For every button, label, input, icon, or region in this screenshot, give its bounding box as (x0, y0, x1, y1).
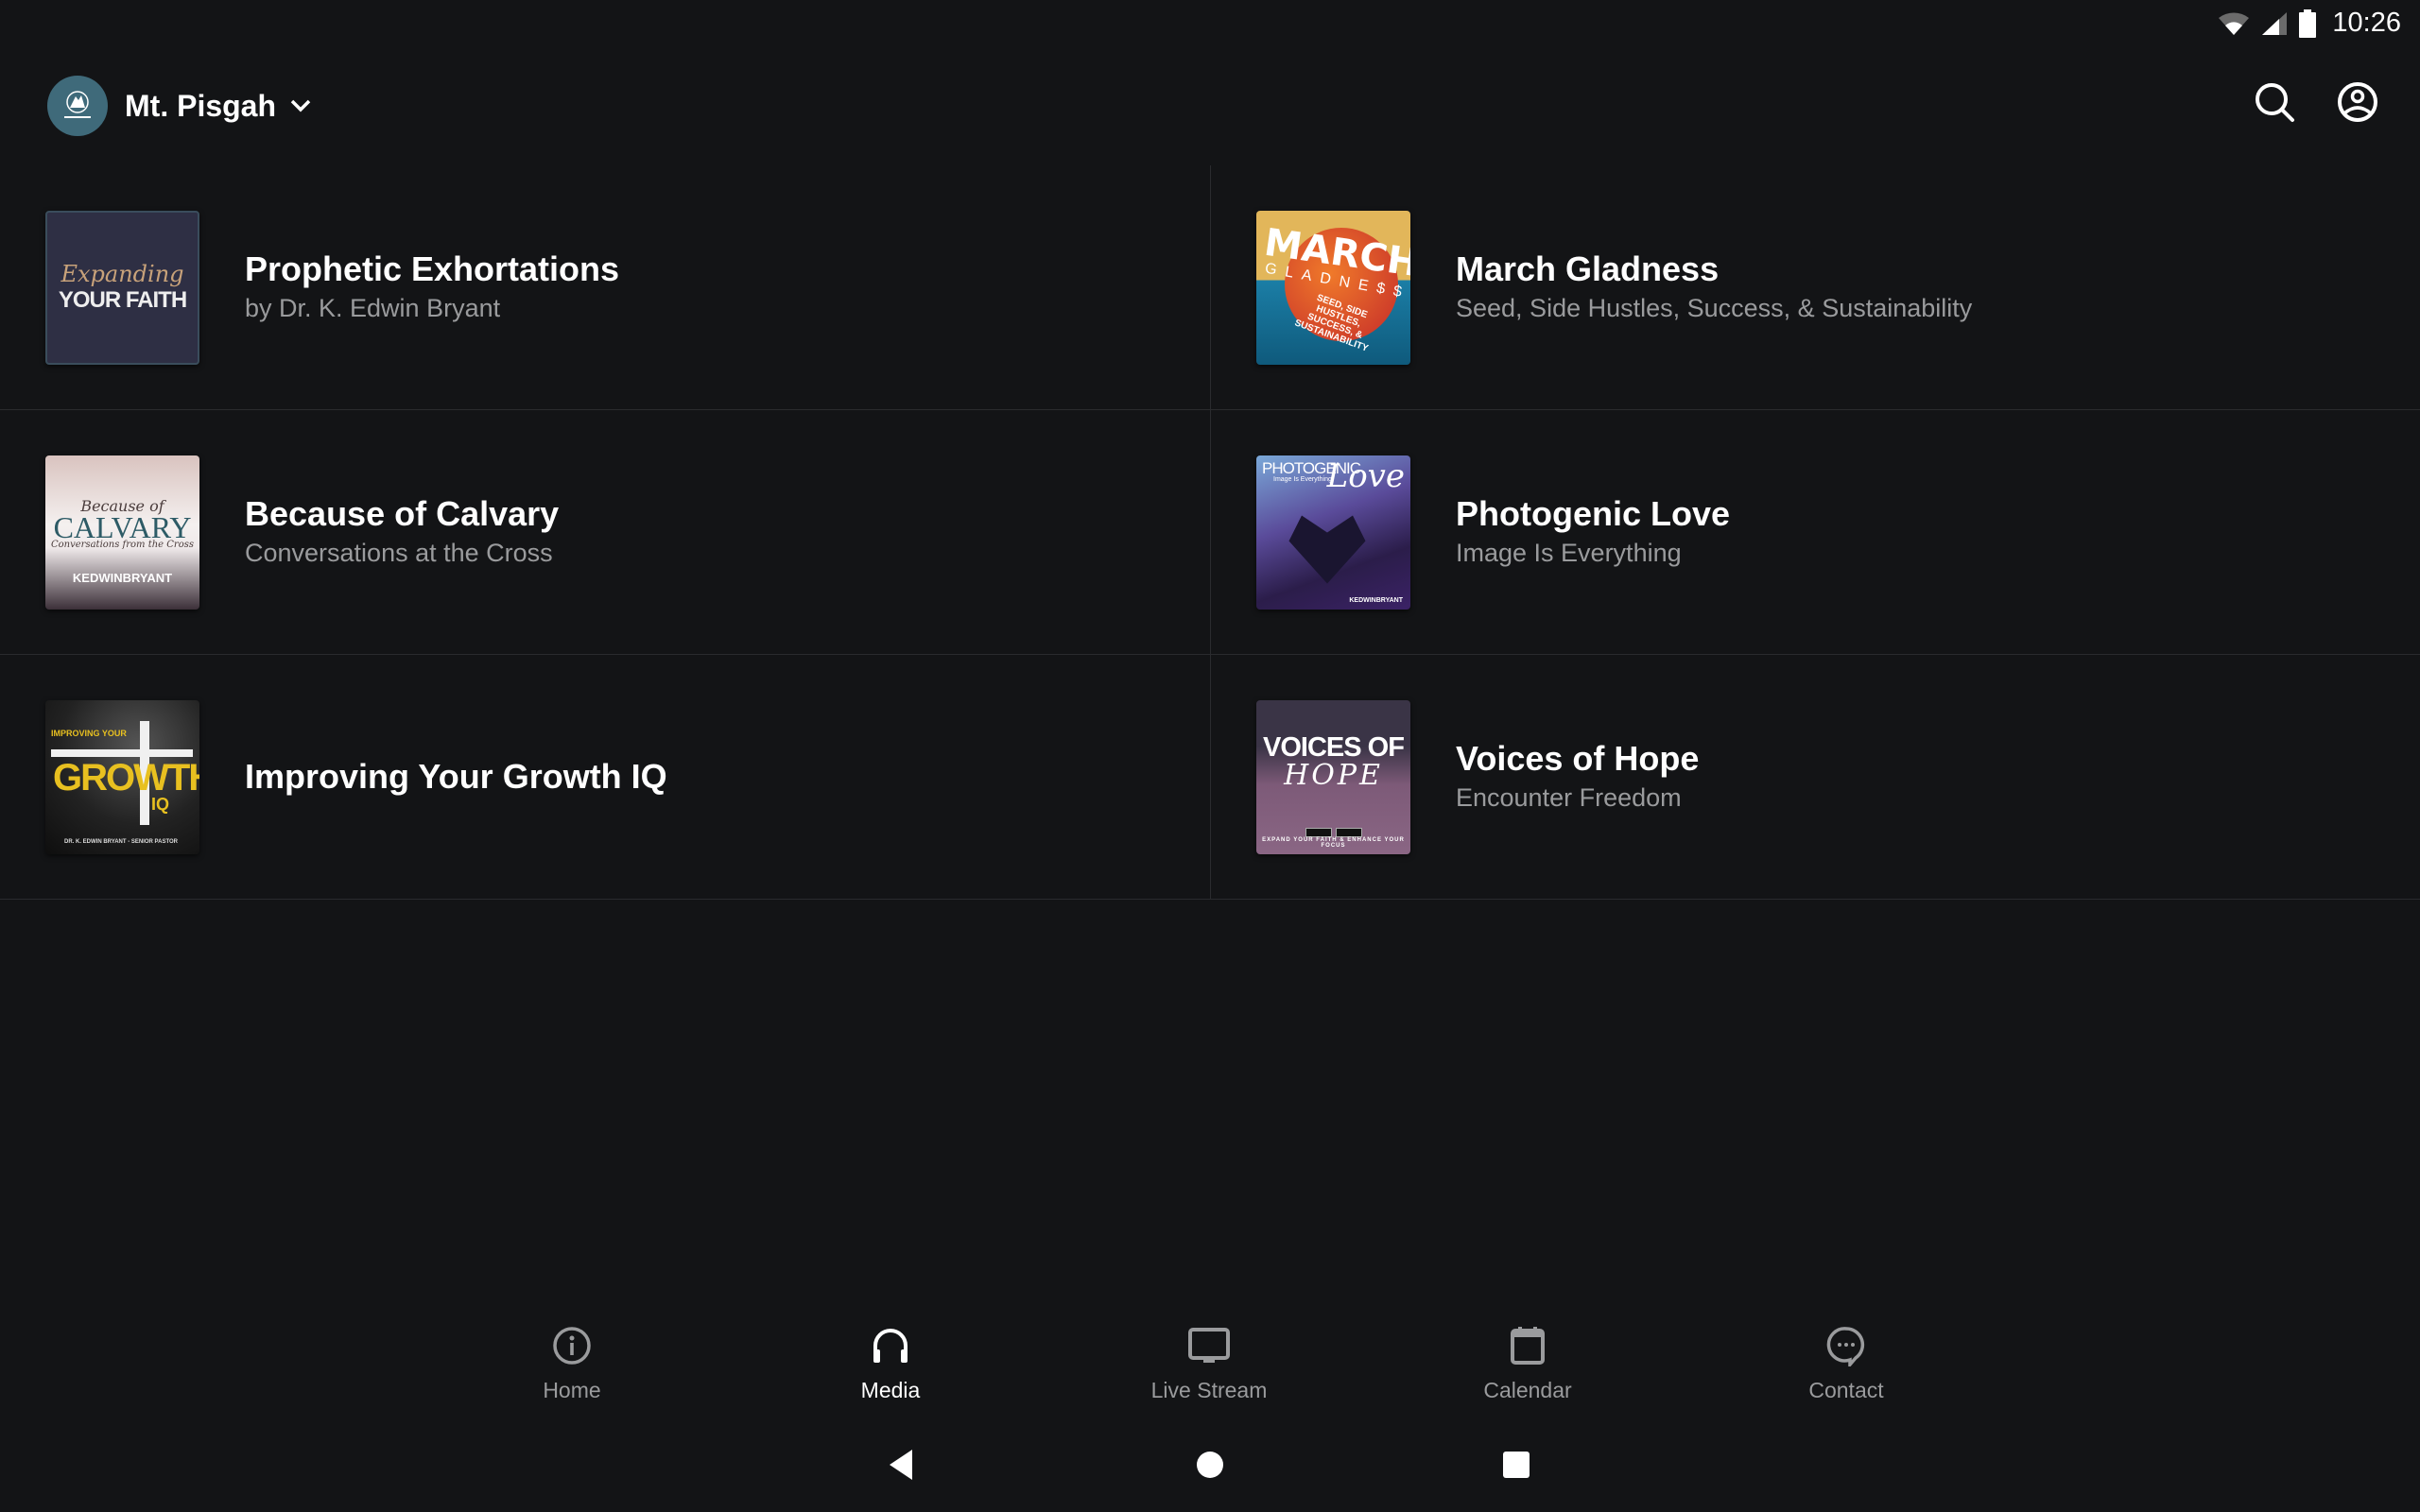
series-artwork: VOICES OF HOPE EXPAND YOUR FAITH & ENHAN… (1256, 699, 1410, 854)
artwork-text: Expanding (60, 261, 184, 287)
home-circle-icon (1197, 1452, 1223, 1478)
artwork-text: DR. K. EDWIN BRYANT - SENIOR PASTOR (64, 838, 179, 845)
series-text: Prophetic Exhortations by Dr. K. Edwin B… (245, 249, 619, 326)
artwork-text: KEDWINBRYANT (1349, 596, 1403, 604)
status-time: 10:26 (2332, 8, 2401, 38)
artwork-text: KEDWINBRYANT (72, 570, 173, 585)
recents-square-icon (1503, 1452, 1530, 1478)
church-selector[interactable]: Mt. Pisgah (47, 74, 312, 138)
system-home-button[interactable] (1182, 1436, 1238, 1493)
nav-label: Media (860, 1378, 921, 1402)
profile-button[interactable] (2335, 79, 2380, 125)
artwork-text: Conversations from the Cross (51, 539, 194, 550)
series-artwork: MARCH GLADNE$$ SEED, SIDE HUSTLES, SUCCE… (1256, 210, 1410, 365)
series-title: Improving Your Growth IQ (245, 757, 667, 796)
series-item[interactable]: MARCH GLADNE$$ SEED, SIDE HUSTLES, SUCCE… (1211, 165, 2420, 410)
system-nav-bar (0, 1436, 2420, 1493)
calendar-icon (1511, 1327, 1545, 1365)
chat-bubble-icon (1826, 1327, 1865, 1366)
nav-label: Contact (1808, 1378, 1884, 1402)
series-title: Voices of Hope (1456, 739, 1700, 778)
church-name[interactable]: Mt. Pisgah (125, 89, 276, 124)
monitor-icon (1188, 1328, 1230, 1363)
artwork-text: CALVARY (53, 509, 192, 544)
artwork-heart-shape (1288, 515, 1366, 584)
artwork-text: IQ (151, 794, 170, 814)
artwork-text: IMPROVING YOUR (51, 728, 127, 738)
artwork-text: GROWTH (53, 756, 199, 799)
status-icons: 10:26 (2217, 8, 2401, 39)
series-subtitle: Conversations at the Cross (245, 539, 553, 567)
series-text: Voices of Hope Encounter Freedom (1456, 738, 1699, 816)
nav-item-calendar[interactable]: Calendar (1433, 1323, 1622, 1403)
system-back-button[interactable] (873, 1436, 929, 1493)
church-logo-icon (64, 91, 91, 118)
nav-label: Calendar (1483, 1378, 1572, 1402)
cell-signal-icon (2262, 11, 2288, 35)
series-item[interactable]: IMPROVING YOUR GROWTH IQ DR. K. EDWIN BR… (0, 655, 1211, 900)
account-circle-icon (2338, 82, 2377, 122)
series-title: March Gladness (1456, 249, 1720, 288)
artwork-text: EXPAND YOUR FAITH & ENHANCE YOUR FOCUS (1262, 836, 1405, 849)
nav-item-media[interactable]: Media (796, 1323, 985, 1403)
nav-label: Live Stream (1150, 1378, 1268, 1402)
series-artwork: Because of CALVARY Conversations from th… (45, 455, 199, 610)
nav-item-live-stream[interactable]: Live Stream (1115, 1323, 1304, 1403)
artwork-text: Love (1326, 456, 1405, 495)
battery-icon (2299, 9, 2317, 38)
series-text: March Gladness Seed, Side Hustles, Succe… (1456, 249, 1972, 326)
search-icon (2256, 83, 2294, 122)
artwork-text: Image Is Everything (1273, 475, 1332, 483)
back-triangle-icon (890, 1450, 912, 1480)
headphones-icon (873, 1329, 908, 1363)
series-title: Prophetic Exhortations (245, 249, 620, 288)
app-store-badges (1305, 827, 1362, 837)
series-text: Improving Your Growth IQ (245, 756, 667, 798)
series-title: Because of Calvary (245, 494, 560, 533)
series-title: Photogenic Love (1456, 494, 1731, 533)
artwork-text: YOUR FAITH (58, 287, 187, 313)
header-actions (2252, 79, 2380, 125)
series-artwork: Expanding YOUR FAITH (45, 210, 199, 365)
chevron-down-icon[interactable] (289, 98, 312, 113)
series-subtitle: Image Is Everything (1456, 539, 1682, 567)
artwork-cross-shape (51, 748, 193, 757)
series-artwork: IMPROVING YOUR GROWTH IQ DR. K. EDWIN BR… (45, 699, 199, 854)
artwork-text: HOPE (1284, 758, 1383, 792)
series-item[interactable]: Because of CALVARY Conversations from th… (0, 410, 1211, 655)
status-bar: 10:26 (0, 0, 2420, 47)
series-artwork: PHOTOGENIC Image Is Everything Love KEDW… (1256, 455, 1410, 610)
series-text: Photogenic Love Image Is Everything (1456, 493, 1730, 571)
nav-item-contact[interactable]: Contact (1752, 1323, 1941, 1403)
system-recents-button[interactable] (1488, 1436, 1545, 1493)
series-grid: Expanding YOUR FAITH Prophetic Exhortati… (0, 165, 2420, 900)
search-button[interactable] (2252, 79, 2297, 125)
series-item[interactable]: PHOTOGENIC Image Is Everything Love KEDW… (1211, 410, 2420, 655)
nav-label: Home (543, 1378, 601, 1402)
info-icon (553, 1327, 591, 1365)
church-logo-avatar (47, 76, 108, 136)
nav-item-home[interactable]: Home (477, 1323, 666, 1403)
series-subtitle: Seed, Side Hustles, Success, & Sustainab… (1456, 294, 1973, 322)
series-text: Because of Calvary Conversations at the … (245, 493, 559, 571)
series-subtitle: Encounter Freedom (1456, 783, 1682, 812)
series-subtitle: by Dr. K. Edwin Bryant (245, 294, 501, 322)
bottom-nav: Home Media Live Stream Calendar Contact (0, 1323, 2420, 1418)
series-item[interactable]: VOICES OF HOPE EXPAND YOUR FAITH & ENHAN… (1211, 655, 2420, 900)
series-item[interactable]: Expanding YOUR FAITH Prophetic Exhortati… (0, 165, 1211, 410)
wifi-icon (2219, 11, 2250, 35)
